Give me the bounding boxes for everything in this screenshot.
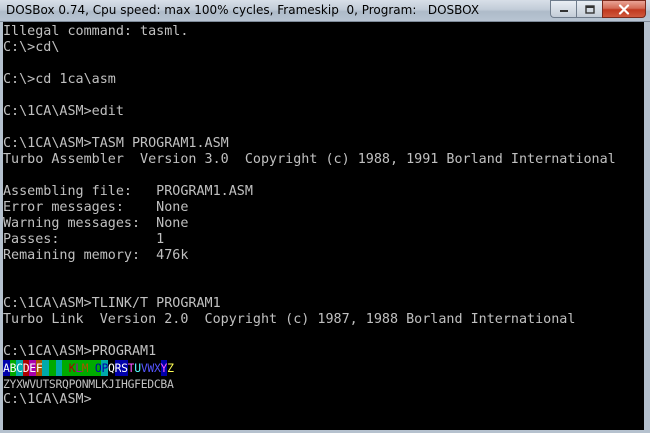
- command-prompt[interactable]: C:\1CA\ASM>: [3, 392, 92, 408]
- console-line: Illegal command: tasml.: [3, 24, 189, 39]
- maximize-icon: [584, 4, 595, 14]
- dos-console[interactable]: Illegal command: tasml. C:\>cd\ C:\>cd 1…: [3, 22, 644, 430]
- console-line: C:\>cd 1ca\asm: [3, 72, 116, 87]
- console-line: Turbo Assembler Version 3.0 Copyright (c…: [3, 152, 616, 167]
- window-frame-right: [644, 22, 650, 433]
- title-bar[interactable]: DOSBox 0.74, Cpu speed: max 100% cycles,…: [0, 0, 650, 22]
- console-line: C:\1CA\ASM>TASM PROGRAM1.ASM: [3, 136, 229, 151]
- maximize-button[interactable]: [576, 0, 602, 18]
- minimize-button[interactable]: [550, 0, 576, 18]
- colored-letter: Z: [167, 360, 174, 376]
- console-line: C:\1CA\ASM>edit: [3, 104, 124, 119]
- console-line: Error messages: None: [3, 200, 189, 215]
- window-controls: [550, 0, 646, 19]
- console-line: C:\>cd\: [3, 40, 60, 55]
- minimize-icon: [559, 10, 568, 12]
- console-line: Turbo Link Version 2.0 Copyright (c) 198…: [3, 312, 576, 327]
- console-line: C:\1CA\ASM>PROGRAM1: [3, 344, 157, 359]
- console-line: C:\1CA\ASM>TLINK/T PROGRAM1: [3, 296, 221, 311]
- reverse-alphabet-output: ZYXWVUTSRQPONMLKJIHGFEDCBA: [3, 377, 174, 391]
- console-line: Remaining memory: 476k: [3, 248, 189, 263]
- console-line: Warning messages: None: [3, 216, 189, 231]
- close-icon: [618, 3, 630, 15]
- window-title: DOSBox 0.74, Cpu speed: max 100% cycles,…: [6, 3, 480, 17]
- close-button[interactable]: [602, 0, 646, 18]
- colored-alphabet-output: ABCDEFGHIJKLMNOPQRSTUVWXYZ: [3, 360, 174, 376]
- console-line: Assembling file: PROGRAM1.ASM: [3, 184, 253, 199]
- console-line: Passes: 1: [3, 232, 165, 247]
